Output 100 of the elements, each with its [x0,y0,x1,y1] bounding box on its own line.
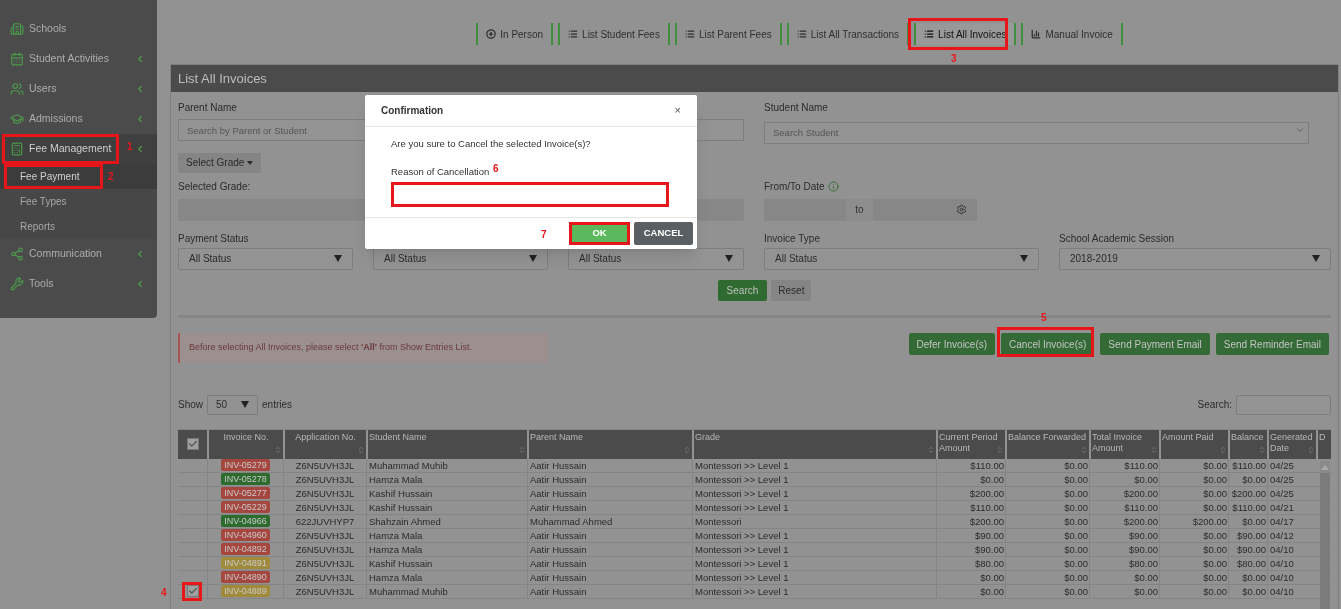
sidebar-item[interactable]: Communication [0,239,157,269]
select-field[interactable]: All Status [764,247,1039,270]
table-cell: $200.00 [1192,514,1227,528]
sort-icon [996,445,1004,454]
invoice-badge[interactable]: INV-04890 [221,571,270,583]
field-label: Student Name [764,101,828,115]
table-cell: $0.00 [1134,584,1158,598]
sort-icon [683,445,691,454]
nav-tab[interactable]: List Student Fees [558,23,670,45]
table-cell: $0.00 [1203,584,1227,598]
select-grade-button[interactable]: Select Grade [178,152,262,173]
invoice-badge[interactable]: INV-04960 [221,529,270,541]
step-number: 5 [1041,310,1047,325]
info-alert: Before selecting All Invoices, please select 'All' from Show Entries List. [178,332,549,363]
column-header[interactable]: Amount Paid [1159,429,1228,459]
checkbox[interactable] [186,438,199,450]
nav-tab[interactable]: List All Transactions [786,23,910,45]
ok-button[interactable]: OK [569,221,630,245]
show-label: Show [178,398,203,412]
column-header[interactable]: Generated Date [1267,429,1316,459]
reset-button[interactable]: Reset [771,279,812,301]
reason-field[interactable] [391,181,669,207]
close-button[interactable]: × [674,102,681,119]
column-header[interactable]: Current Period Amount [936,429,1005,459]
share-icon [10,247,24,261]
table-cell: Z6N5UVH3JL [295,556,355,570]
invoice-badge[interactable]: INV-04892 [221,543,270,555]
table-cell: $0.00 [1203,570,1227,584]
search-button[interactable]: Search [717,279,768,301]
dialog-title: Confirmation [381,104,444,119]
table-cell: $90.00 [1128,542,1158,556]
nav-tab[interactable]: List Parent Fees [674,23,782,45]
table-cell: Aatir Hussain [530,472,587,486]
sidebar-item[interactable]: Fee Management 1 [0,134,157,164]
table-cell: Z6N5UVH3JL [295,500,355,514]
table-cell: $0.00 [1203,472,1227,486]
table-cell: 04/10 [1270,584,1294,598]
highlight-frame [182,581,202,601]
select-field[interactable]: All Status [373,247,548,270]
column-header[interactable]: Student Name [366,429,527,459]
column-header[interactable]: Grade [692,429,936,459]
table-cell: $0.00 [1242,472,1266,486]
select-field[interactable]: All Status [178,247,353,270]
nav-tab[interactable]: Manual Invoice [1021,23,1123,45]
table-cell: $0.00 [1064,556,1088,570]
sidebar-item[interactable]: Admissions [0,104,157,134]
table-cell: Z6N5UVH3JL [295,570,355,584]
step-number: 2 [108,170,114,184]
field-label: From/To Date [764,179,825,194]
column-header[interactable]: Balance [1228,429,1267,459]
sidebar-item[interactable]: Tools [0,269,157,299]
submenu-item[interactable]: Reports [0,214,157,239]
invoice-badge[interactable]: INV-04966 [221,515,270,527]
checkbox[interactable] [186,585,199,597]
column-header[interactable]: Application No. [283,429,366,459]
info-icon [827,180,839,192]
table-cell: $0.00 [1242,514,1266,528]
table-cell: Montessori >> Level 1 [695,556,789,570]
sidebar-item[interactable]: Schools [0,14,157,44]
select-field[interactable]: 2018-2019 [1059,247,1331,270]
table-cell: $0.00 [1064,486,1088,500]
column-header[interactable]: Total Invoice Amount [1089,429,1159,459]
panel-title: List All Invoices [178,69,267,88]
table-cell: $0.00 [1242,570,1266,584]
column-header[interactable]: Balance Forwarded [1005,429,1089,459]
submenu-item[interactable]: Fee Payment 2 [0,164,157,189]
table-cell: Muhammad Ahmed [530,514,613,528]
select-field[interactable]: All Status [568,247,744,270]
graduation-cap-icon [10,112,24,126]
sort-icon [274,445,282,454]
action-button[interactable]: Send Payment Email [1100,333,1210,355]
table-cell: $200.00 [1231,486,1266,500]
table-cell: Z6N5UVH3JL [295,486,355,500]
invoice-badge[interactable]: INV-05229 [221,501,270,513]
table-cell: $110.00 [970,458,1004,472]
column-header[interactable]: D [1316,429,1329,459]
submenu-item[interactable]: Fee Types [0,189,157,214]
cancel-button[interactable]: CANCEL [634,221,693,245]
table-cell: $0.00 [1242,584,1266,598]
action-button[interactable]: Send Reminder Email [1215,333,1329,355]
field-label: Payment Status [178,231,249,244]
building-icon [10,22,24,36]
search-label: Search: [1197,398,1232,412]
sidebar-item[interactable]: Users [0,74,157,104]
date-range-field[interactable]: to [764,198,977,221]
step-number: 7 [541,227,547,242]
sidebar-item[interactable]: Student Activities [0,44,157,74]
column-header[interactable]: Parent Name [527,429,692,459]
table-cell: 04/25 [1270,472,1294,486]
sort-icon [1258,445,1266,454]
invoice-badge[interactable]: INV-05278 [221,473,270,485]
invoice-badge[interactable]: INV-05279 [221,459,270,471]
nav-tab[interactable]: List All Invoices [914,23,1017,45]
table-cell: $90.00 [974,528,1004,542]
action-button[interactable]: Defer Invoice(s) [908,333,996,355]
entries-select[interactable]: 50 [207,394,258,415]
invoice-badge[interactable]: INV-05277 [221,487,270,499]
table-cell: $0.00 [980,570,1004,584]
nav-tab[interactable]: In Person [476,23,554,45]
table-cell: Aatir Hussain [530,584,587,598]
